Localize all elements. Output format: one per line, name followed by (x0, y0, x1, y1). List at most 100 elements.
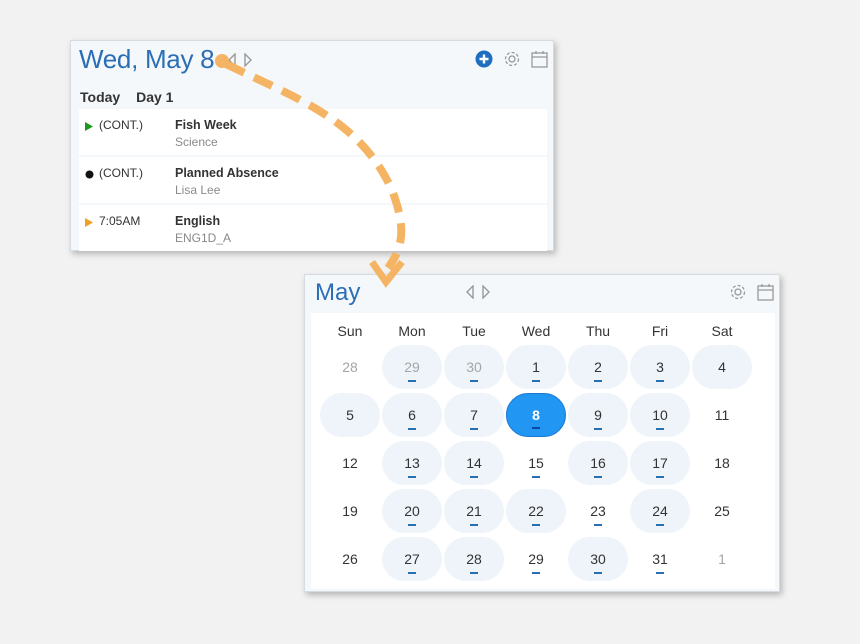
event-indicator (594, 524, 602, 526)
day-bubble[interactable]: 17 (630, 441, 690, 485)
weekday-header: Mon (398, 323, 426, 339)
calendar-day[interactable]: 4 (691, 343, 753, 391)
plus-circle-icon[interactable] (475, 50, 493, 73)
calendar-day[interactable]: 25 (691, 487, 753, 535)
day-bubble[interactable]: 1 (506, 345, 566, 389)
event-row[interactable]: 7:05AM English ENG1D_A (79, 205, 547, 251)
calendar-day[interactable]: 1 (505, 343, 567, 391)
calendar-day[interactable]: 23 (567, 487, 629, 535)
event-row[interactable]: (CONT.) Planned Absence Lisa Lee (79, 157, 547, 203)
day-number: 25 (714, 503, 730, 519)
day-bubble[interactable]: 2 (568, 345, 628, 389)
calendar-day[interactable]: 13 (381, 439, 443, 487)
calendar-day[interactable]: 3 (629, 343, 691, 391)
calendar-day[interactable]: 14 (443, 439, 505, 487)
day-bubble[interactable]: 21 (444, 489, 504, 533)
day-bubble[interactable]: 15 (506, 441, 566, 485)
chevron-left-icon[interactable] (465, 284, 475, 304)
day-bubble[interactable]: 24 (630, 489, 690, 533)
calendar-day[interactable]: 16 (567, 439, 629, 487)
orange-triangle-icon (85, 218, 93, 230)
day-bubble[interactable]: 11 (692, 393, 752, 437)
day-bubble[interactable]: 7 (444, 393, 504, 437)
calendar-day[interactable]: 21 (443, 487, 505, 535)
day-view-title: Wed, May 8 (79, 44, 215, 74)
event-indicator (532, 476, 540, 478)
calendar-day[interactable]: 17 (629, 439, 691, 487)
day-bubble[interactable]: 6 (382, 393, 442, 437)
calendar-day[interactable]: 9 (567, 391, 629, 439)
calendar-day[interactable]: 28 (319, 343, 381, 391)
day-bubble[interactable]: 30 (444, 345, 504, 389)
day-bubble[interactable]: 28 (444, 537, 504, 581)
day-bubble[interactable]: 19 (320, 489, 380, 533)
day-number: 13 (404, 455, 420, 471)
calendar-day[interactable]: 15 (505, 439, 567, 487)
event-indicator (408, 572, 416, 574)
calendar-day[interactable]: 20 (381, 487, 443, 535)
calendar-day[interactable]: 2 (567, 343, 629, 391)
calendar-icon[interactable] (531, 50, 548, 73)
day-bubble[interactable]: 22 (506, 489, 566, 533)
event-row[interactable]: (CONT.) Fish Week Science (79, 109, 547, 155)
calendar-day[interactable]: 29 (381, 343, 443, 391)
day-bubble[interactable]: 4 (692, 345, 752, 389)
today-label[interactable]: Today (80, 89, 120, 105)
calendar-day[interactable]: 10 (629, 391, 691, 439)
month-nav (465, 284, 491, 304)
calendar-day[interactable]: 28 (443, 535, 505, 583)
calendar-day[interactable]: 5 (319, 391, 381, 439)
event-subtitle: ENG1D_A (175, 231, 232, 245)
day-bubble[interactable]: 20 (382, 489, 442, 533)
day-number: 9 (594, 407, 602, 423)
day-bubble[interactable]: 1 (692, 537, 752, 581)
day-bubble[interactable]: 18 (692, 441, 752, 485)
selected-day-bubble[interactable]: 8 (506, 393, 566, 437)
event-time: (CONT.) (99, 166, 143, 180)
day-bubble[interactable]: 9 (568, 393, 628, 437)
gear-icon[interactable] (729, 283, 747, 306)
calendar-icon[interactable] (757, 283, 774, 306)
day-bubble[interactable]: 23 (568, 489, 628, 533)
day-bubble[interactable]: 25 (692, 489, 752, 533)
calendar-day[interactable]: 30 (443, 343, 505, 391)
calendar-day[interactable]: 27 (381, 535, 443, 583)
day-bubble[interactable]: 27 (382, 537, 442, 581)
day-bubble[interactable]: 28 (320, 345, 380, 389)
calendar-day[interactable]: 30 (567, 535, 629, 583)
day-bubble[interactable]: 13 (382, 441, 442, 485)
day-bubble[interactable]: 31 (630, 537, 690, 581)
calendar-day[interactable]: 7 (443, 391, 505, 439)
calendar-day[interactable]: 29 (505, 535, 567, 583)
day-bubble[interactable]: 16 (568, 441, 628, 485)
day-bubble[interactable]: 29 (382, 345, 442, 389)
gear-icon[interactable] (503, 50, 521, 73)
calendar-day[interactable]: 11 (691, 391, 753, 439)
day-bubble[interactable]: 26 (320, 537, 380, 581)
day-bubble[interactable]: 3 (630, 345, 690, 389)
event-indicator (594, 428, 602, 430)
day-bubble[interactable]: 29 (506, 537, 566, 581)
calendar-day[interactable]: 6 (381, 391, 443, 439)
calendar-day[interactable]: 24 (629, 487, 691, 535)
calendar-day[interactable]: 8 (505, 391, 567, 439)
chevron-left-icon[interactable] (227, 52, 237, 72)
event-title: Fish Week (175, 118, 237, 132)
calendar-day[interactable]: 31 (629, 535, 691, 583)
day-bubble[interactable]: 5 (320, 393, 380, 437)
chevron-right-icon[interactable] (481, 284, 491, 304)
day-bubble[interactable]: 12 (320, 441, 380, 485)
day-bubble[interactable]: 14 (444, 441, 504, 485)
calendar-day[interactable]: 18 (691, 439, 753, 487)
calendar-day[interactable]: 1 (691, 535, 753, 583)
event-list: (CONT.) Fish Week Science (CONT.) Planne… (79, 109, 547, 253)
calendar-day[interactable]: 22 (505, 487, 567, 535)
day-bubble[interactable]: 30 (568, 537, 628, 581)
day-bubble[interactable]: 10 (630, 393, 690, 437)
calendar-day[interactable]: 19 (319, 487, 381, 535)
chevron-right-icon[interactable] (243, 52, 253, 72)
calendar-day[interactable]: 26 (319, 535, 381, 583)
event-indicator (470, 380, 478, 382)
calendar-day[interactable]: 12 (319, 439, 381, 487)
day-number: 28 (466, 551, 482, 567)
